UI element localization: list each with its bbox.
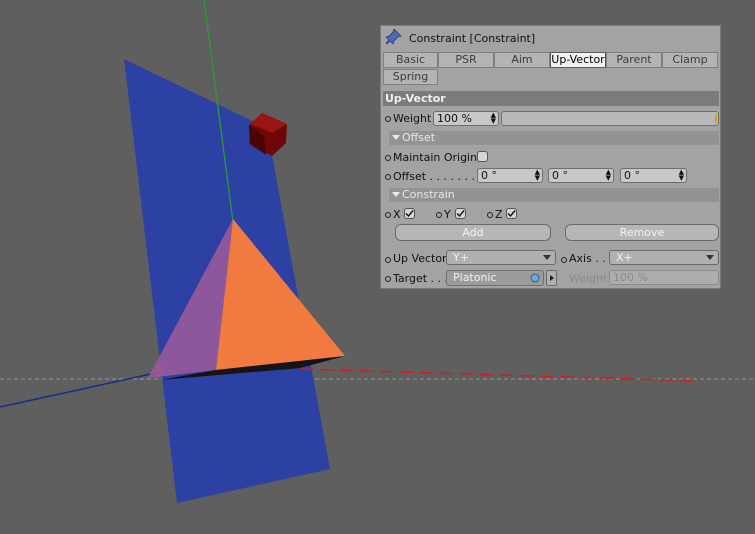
offset-label: Offset . . . . . . . . . <box>393 170 489 183</box>
constrain-x-label: X <box>393 208 401 221</box>
offset-h-field[interactable]: 0 ° ▲ ▼ <box>477 168 543 183</box>
panel-title-bar: Constraint [Constraint] <box>381 26 720 50</box>
spinner-arrows-icon[interactable]: ▲ ▼ <box>679 169 684 182</box>
constrain-z-label: Z <box>495 208 503 221</box>
remove-button[interactable]: Remove <box>565 224 719 241</box>
offset-dot[interactable] <box>385 174 391 180</box>
target-weight-value: 100 % <box>613 271 648 284</box>
tab-parent[interactable]: Parent <box>606 52 662 68</box>
maintain-original-checkbox[interactable] <box>477 151 488 162</box>
axis-label: Axis . . . <box>569 252 613 265</box>
offset-b-value: 0 ° <box>624 169 640 182</box>
weight-slider[interactable] <box>501 111 719 126</box>
tab-spring[interactable]: Spring <box>383 69 438 85</box>
attribute-manager-panel: Constraint [Constraint] Basic PSR Aim Up… <box>380 25 721 289</box>
target-menu-arrow-button[interactable] <box>546 270 557 286</box>
add-button[interactable]: Add <box>395 224 551 241</box>
tab-aim[interactable]: Aim <box>494 52 550 68</box>
offset-h-value: 0 ° <box>481 169 497 182</box>
axis-value: X+ <box>616 251 633 264</box>
constrain-y-label: Y <box>444 208 451 221</box>
triangle-right-icon <box>550 275 554 281</box>
checkmark-icon <box>507 210 516 218</box>
target-link-field[interactable]: Platonic <box>446 270 544 286</box>
collapse-triangle-icon <box>392 192 400 197</box>
spinner-arrows-icon[interactable]: ▲ ▼ <box>491 112 496 125</box>
target-dot[interactable] <box>385 276 391 282</box>
up-vector-dropdown[interactable]: Y+ <box>446 250 556 265</box>
platonic-object-icon <box>530 273 540 283</box>
weight-label: Weight <box>393 112 432 125</box>
checkmark-icon <box>456 210 465 218</box>
checkmark-icon <box>405 210 414 218</box>
tab-clamp[interactable]: Clamp <box>662 52 718 68</box>
offset-p-value: 0 ° <box>552 169 568 182</box>
constrain-x-checkbox[interactable] <box>404 208 415 219</box>
tab-basic[interactable]: Basic <box>383 52 438 68</box>
weight-value: 100 % <box>437 112 472 125</box>
target-value: Platonic <box>453 271 497 284</box>
constrain-z-dot[interactable] <box>487 212 493 218</box>
spinner-arrows-icon[interactable]: ▲ ▼ <box>535 169 540 182</box>
collapse-triangle-icon <box>392 135 400 140</box>
dropdown-arrow-icon <box>543 255 551 260</box>
target-weight-field: 100 % <box>609 270 719 285</box>
group-offset-header[interactable]: Offset <box>389 131 719 145</box>
offset-b-field[interactable]: 0 ° ▲ ▼ <box>620 168 687 183</box>
spinner-arrows-icon[interactable]: ▲ ▼ <box>606 169 611 182</box>
up-vector-value: Y+ <box>453 251 469 264</box>
constrain-z-checkbox[interactable] <box>506 208 517 219</box>
offset-p-field[interactable]: 0 ° ▲ ▼ <box>548 168 614 183</box>
constrain-y-dot[interactable] <box>436 212 442 218</box>
target-label: Target . . . <box>393 272 449 285</box>
weight-slider-handle[interactable] <box>715 114 717 123</box>
maintain-original-dot[interactable] <box>385 155 391 161</box>
panel-title: Constraint [Constraint] <box>409 32 536 45</box>
constrain-x-dot[interactable] <box>385 212 391 218</box>
target-weight-label: Weight <box>569 272 608 285</box>
dropdown-arrow-icon <box>706 255 714 260</box>
up-vector-dot[interactable] <box>385 257 391 263</box>
tab-psr[interactable]: PSR <box>438 52 494 68</box>
group-constrain-title: Constrain <box>402 188 455 201</box>
axis-dropdown[interactable]: X+ <box>609 250 719 265</box>
weight-field[interactable]: 100 % ▲ ▼ <box>433 111 499 126</box>
pin-icon[interactable] <box>386 29 402 45</box>
group-constrain-header[interactable]: Constrain <box>389 188 719 202</box>
group-offset-title: Offset <box>402 131 436 144</box>
up-vector-label: Up Vector <box>393 252 447 265</box>
section-header-up-vector: Up-Vector <box>383 91 719 106</box>
maintain-original-label: Maintain Original <box>393 151 487 164</box>
weight-animation-dot[interactable] <box>385 116 391 122</box>
axis-dot[interactable] <box>561 257 567 263</box>
tab-up-vector[interactable]: Up-Vector <box>550 52 606 68</box>
constrain-y-checkbox[interactable] <box>455 208 466 219</box>
